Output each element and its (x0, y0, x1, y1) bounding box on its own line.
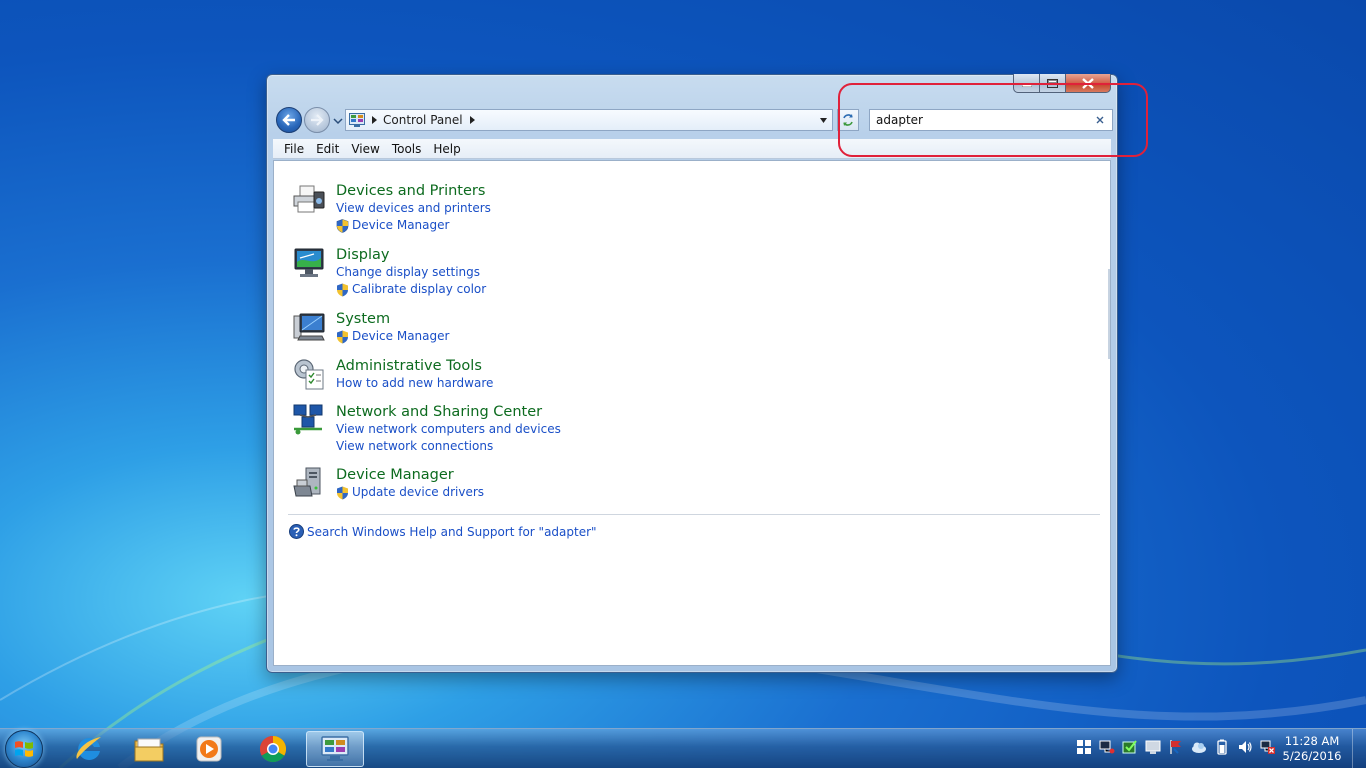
uac-shield-icon (336, 218, 349, 233)
taskbar-control-panel[interactable] (306, 731, 364, 767)
control-panel-icon (321, 736, 349, 761)
file-explorer-icon (134, 738, 164, 762)
maximize-icon (1047, 78, 1058, 88)
result-title[interactable]: Device Manager (336, 466, 484, 484)
result-title[interactable]: System (336, 310, 449, 328)
result-link[interactable]: View devices and printers (336, 200, 491, 217)
refresh-button[interactable] (837, 109, 859, 131)
device-manager-icon (293, 467, 321, 497)
search-input[interactable] (876, 113, 1076, 127)
back-arrow-icon (282, 114, 295, 126)
results-separator (288, 514, 1100, 515)
result-link[interactable]: View network connections (336, 438, 561, 455)
system-tray (1076, 739, 1276, 755)
uac-shield-icon (337, 486, 348, 499)
uac-shield-icon (337, 330, 348, 343)
address-dropdown-icon[interactable] (819, 116, 828, 125)
result-link[interactable]: How to add new hardware (336, 375, 493, 392)
security-check-tray-icon[interactable] (1122, 739, 1138, 755)
scrollbar-edge[interactable] (1108, 269, 1110, 359)
minimize-icon (1021, 83, 1032, 87)
network-icon (293, 404, 323, 435)
flag-alert-tray-icon[interactable] (1168, 739, 1184, 755)
clock-date: 5/26/2016 (1282, 749, 1342, 763)
monitor-icon (294, 248, 324, 277)
result-link[interactable]: Device Manager (336, 217, 491, 234)
control-panel-window: Control Panel File Edit View Tools Help (266, 74, 1118, 673)
start-button[interactable] (5, 730, 43, 768)
help-search-link[interactable]: Search Windows Help and Support for "ada… (289, 524, 597, 539)
menu-file[interactable]: File (278, 142, 310, 156)
menu-tools[interactable]: Tools (386, 142, 428, 156)
network-tray-icon[interactable] (1099, 739, 1115, 755)
battery-tray-icon[interactable] (1214, 739, 1230, 755)
uac-shield-icon (337, 283, 348, 296)
breadcrumb-control-panel[interactable]: Control Panel (383, 113, 463, 127)
admin-tools-icon (294, 359, 324, 390)
internet-explorer-icon (76, 737, 101, 760)
clock-time: 11:28 AM (1284, 734, 1340, 748)
refresh-icon (843, 114, 853, 126)
result-title[interactable]: Display (336, 246, 486, 264)
show-desktop-button[interactable] (1352, 729, 1366, 768)
computer-icon (293, 313, 325, 341)
result-title[interactable]: Administrative Tools (336, 357, 493, 375)
close-button[interactable] (1066, 74, 1111, 93)
result-link[interactable]: Device Manager (336, 328, 449, 345)
minimize-button[interactable] (1013, 74, 1040, 93)
breadcrumb-separator-icon[interactable] (467, 115, 477, 125)
breadcrumb-separator-icon[interactable] (369, 115, 379, 125)
windows-logo-icon (15, 741, 33, 757)
cloud-tray-icon[interactable] (1191, 739, 1207, 755)
chrome-icon (259, 735, 287, 763)
taskbar-chrome[interactable] (244, 731, 302, 767)
network-error-tray-icon[interactable] (1260, 739, 1276, 755)
address-bar[interactable]: Control Panel (345, 109, 833, 131)
result-link[interactable]: Update device drivers (336, 484, 484, 501)
result-link[interactable]: View network computers and devices (336, 421, 561, 438)
result-title[interactable]: Devices and Printers (336, 182, 491, 200)
taskbar: 11:28 AM 5/26/2016 (0, 728, 1366, 768)
result-title[interactable]: Network and Sharing Center (336, 403, 561, 421)
recent-pages-dropdown[interactable] (333, 116, 343, 126)
maximize-button[interactable] (1040, 74, 1066, 93)
display-tray-icon[interactable] (1145, 739, 1161, 755)
taskbar-file-explorer[interactable] (120, 731, 178, 767)
forward-arrow-icon (311, 114, 324, 126)
search-results-pane: Devices and Printers View devices and pr… (273, 160, 1111, 666)
volume-tray-icon[interactable] (1237, 739, 1253, 755)
back-button[interactable] (276, 107, 302, 133)
control-panel-small-icon (349, 113, 365, 127)
navigation-bar: Control Panel (275, 107, 1113, 133)
caption-buttons (1013, 74, 1111, 93)
printer-icon (293, 185, 325, 213)
menu-help[interactable]: Help (427, 142, 466, 156)
menu-view[interactable]: View (345, 142, 385, 156)
result-link[interactable]: Calibrate display color (336, 281, 486, 298)
taskbar-media-player[interactable] (180, 731, 238, 767)
clear-search-icon[interactable] (1095, 115, 1105, 125)
taskbar-internet-explorer[interactable] (60, 731, 118, 767)
windows-flag-tray-icon[interactable] (1076, 739, 1092, 755)
search-box[interactable] (869, 109, 1113, 131)
media-player-icon (196, 736, 222, 762)
help-icon (289, 524, 304, 539)
menu-edit[interactable]: Edit (310, 142, 345, 156)
taskbar-clock[interactable]: 11:28 AM 5/26/2016 (1282, 734, 1342, 764)
menu-bar: File Edit View Tools Help (273, 139, 1111, 159)
close-icon (1082, 77, 1094, 89)
result-link[interactable]: Change display settings (336, 264, 486, 281)
forward-button[interactable] (304, 107, 330, 133)
